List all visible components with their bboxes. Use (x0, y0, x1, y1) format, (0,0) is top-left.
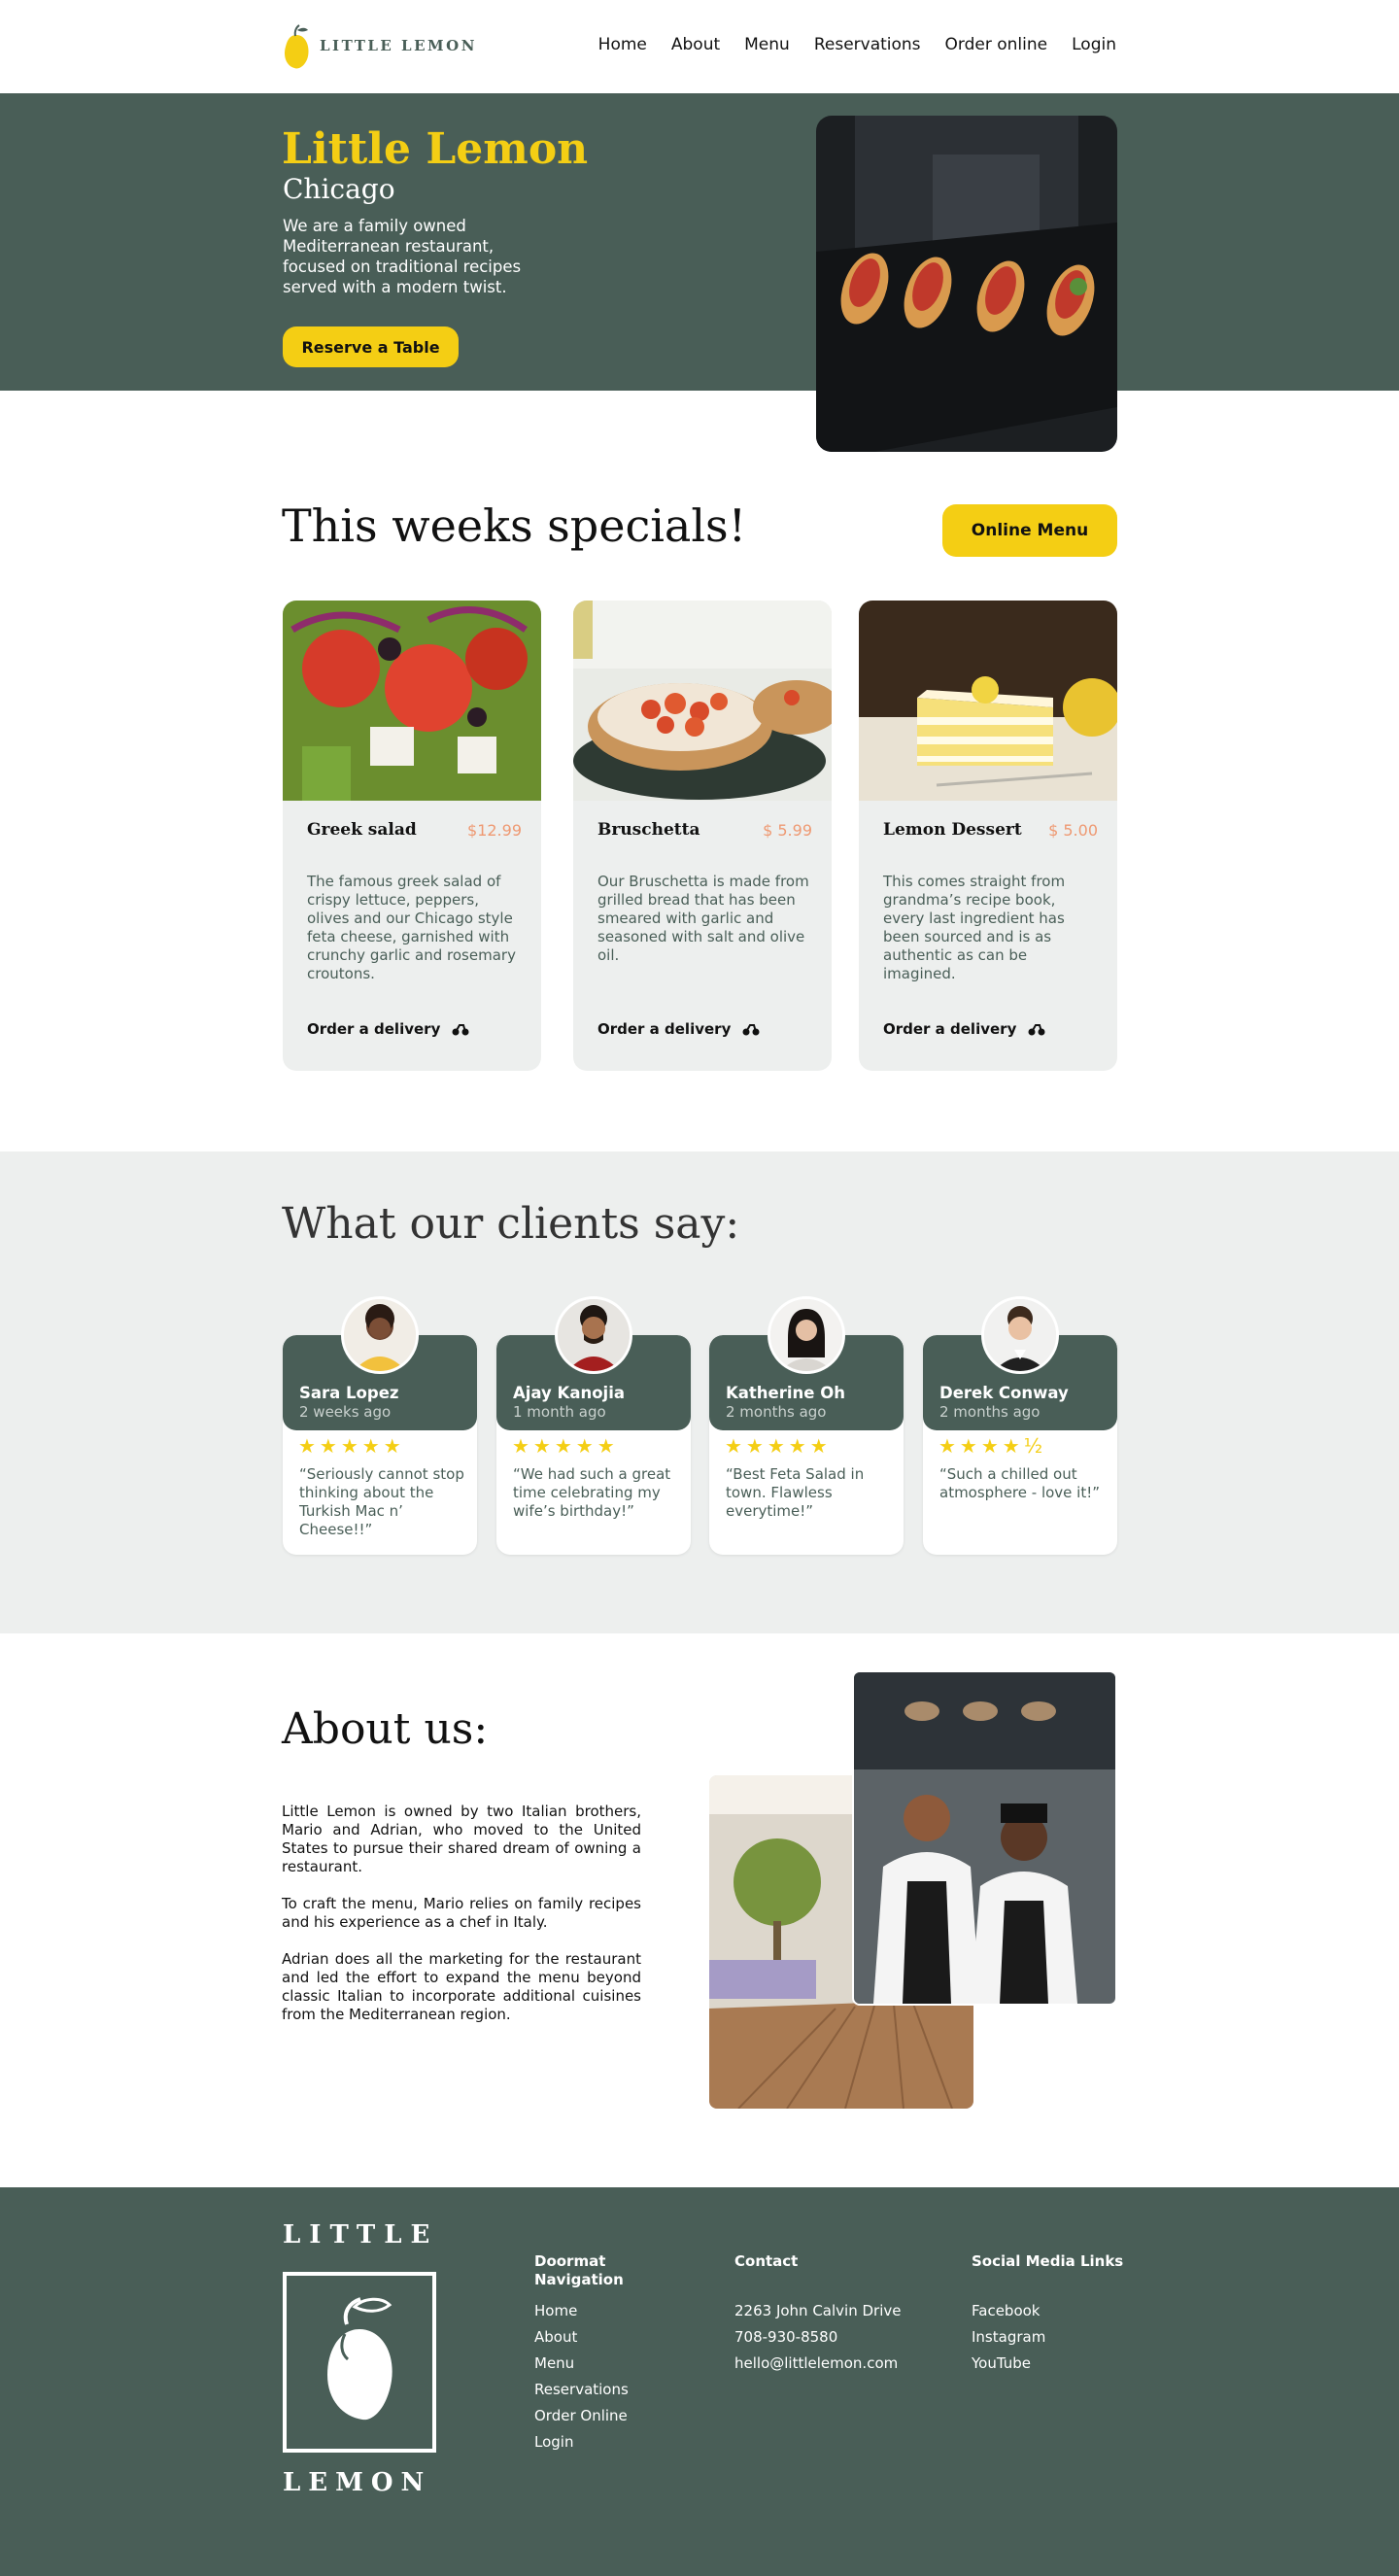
avatar (341, 1296, 419, 1374)
order-delivery-link[interactable]: Order a delivery (883, 1020, 1045, 1038)
about-paragraph: To craft the menu, Mario relies on famil… (282, 1895, 641, 1931)
contact-email[interactable]: hello@littlelemon.com (734, 2351, 901, 2377)
nav-links: Home About Menu Reservations Order onlin… (598, 35, 1116, 54)
about-title: About us: (282, 1704, 489, 1754)
footer-link-login[interactable]: Login (534, 2429, 641, 2456)
nav-link-order-online[interactable]: Order online (945, 35, 1048, 54)
reviewer-name: Derek Conway (939, 1384, 1069, 1402)
footer-logo-bottom: LEMON (283, 2468, 432, 2497)
specials-title: This weeks specials! (282, 499, 747, 552)
lemon-icon (285, 24, 309, 69)
social-link-facebook[interactable]: Facebook (972, 2298, 1123, 2324)
star-rating: ★★★★½ (938, 1434, 1047, 1458)
star-rating: ★★★★★ (298, 1434, 405, 1458)
special-price: $ 5.00 (1048, 821, 1098, 840)
footer-link-menu[interactable]: Menu (534, 2351, 641, 2377)
testimonials-title: What our clients say: (282, 1199, 740, 1249)
brand-logo[interactable]: LITTLE LEMON (283, 21, 477, 70)
reviewer-name: Ajay Kanojia (513, 1384, 626, 1402)
hero-description: We are a family owned Mediterranean rest… (283, 217, 522, 296)
special-name: Bruschetta (597, 820, 700, 840)
reviewer-name: Sara Lopez (299, 1384, 399, 1402)
delivery-scooter-icon (742, 1024, 760, 1036)
order-delivery-link[interactable]: Order a delivery (307, 1020, 469, 1038)
online-menu-button[interactable]: Online Menu (942, 504, 1117, 557)
footer-link-reservations[interactable]: Reservations (534, 2377, 641, 2403)
avatar (555, 1296, 632, 1374)
brand-name: LITTLE LEMON (320, 37, 477, 54)
top-nav: LITTLE LEMON Home About Menu Reservation… (0, 0, 1399, 93)
delivery-scooter-icon (1028, 1024, 1045, 1036)
delivery-scooter-icon (452, 1024, 469, 1036)
review-time: 2 months ago (726, 1403, 827, 1421)
social-link-youtube[interactable]: YouTube (972, 2351, 1123, 2377)
hero-section (0, 93, 1399, 391)
review-quote: “Seriously cannot stop thinking about th… (299, 1465, 464, 1538)
bruschetta-image (573, 601, 832, 801)
special-card-lemon-dessert: Lemon Dessert $ 5.00 This comes straight… (859, 601, 1117, 1071)
review-time: 2 weeks ago (299, 1403, 392, 1421)
greek-salad-image (283, 601, 541, 801)
hero-subtitle: Chicago (283, 173, 395, 205)
review-quote: “We had such a great time celebrating my… (513, 1465, 671, 1520)
review-time: 2 months ago (939, 1403, 1041, 1421)
footer-link-about[interactable]: About (534, 2324, 641, 2351)
footer-link-home[interactable]: Home (534, 2298, 641, 2324)
nav-link-about[interactable]: About (671, 35, 720, 54)
social-link-instagram[interactable]: Instagram (972, 2324, 1123, 2351)
order-delivery-label: Order a delivery (307, 1020, 441, 1038)
nav-link-reservations[interactable]: Reservations (814, 35, 921, 54)
special-card-bruschetta: Bruschetta $ 5.99 Our Bruschetta is made… (573, 601, 832, 1071)
footer-nav-column: Doormat Navigation Home About Menu Reser… (534, 2252, 641, 2456)
contact-address: 2263 John Calvin Drive (734, 2302, 902, 2319)
special-card-greek-salad: Greek salad $12.99 The famous greek sala… (283, 601, 541, 1071)
hero-image (816, 116, 1117, 452)
nav-link-login[interactable]: Login (1072, 35, 1116, 54)
star-rating: ★★★★★ (725, 1434, 832, 1458)
order-delivery-label: Order a delivery (597, 1020, 732, 1038)
footer-contact-column: Contact 2263 John Calvin Drive 708-930-8… (734, 2252, 901, 2377)
review-quote: “Such a chilled out atmosphere - love it… (939, 1465, 1100, 1501)
about-paragraph: Adrian does all the marketing for the re… (282, 1950, 641, 2023)
contact-phone[interactable]: 708-930-8580 (734, 2324, 901, 2351)
special-description: This comes straight from grandma’s recip… (883, 873, 1066, 982)
reserve-table-button[interactable]: Reserve a Table (283, 326, 459, 367)
footer-contact-title: Contact (734, 2252, 799, 2270)
order-delivery-link[interactable]: Order a delivery (597, 1020, 760, 1038)
nav-link-menu[interactable]: Menu (744, 35, 790, 54)
review-time: 1 month ago (513, 1403, 606, 1421)
order-delivery-label: Order a delivery (883, 1020, 1017, 1038)
about-paragraph: Little Lemon is owned by two Italian bro… (282, 1803, 641, 1875)
special-name: Lemon Dessert (883, 820, 1022, 840)
special-price: $12.99 (467, 821, 522, 840)
footer-social-title: Social Media Links (972, 2252, 1124, 2270)
avatar (768, 1296, 845, 1374)
nav-link-home[interactable]: Home (598, 35, 647, 54)
chefs-image (852, 1670, 1117, 2006)
footer-logo-top: LITTLE (283, 2220, 439, 2250)
special-name: Greek salad (307, 820, 417, 840)
special-price: $ 5.99 (763, 821, 812, 840)
review-quote: “Best Feta Salad in town. Flawless every… (726, 1465, 865, 1520)
hero-title: Little Lemon (282, 124, 589, 174)
avatar (981, 1296, 1059, 1374)
footer (0, 2187, 1399, 2576)
lemon-icon (327, 2297, 392, 2421)
star-rating: ★★★★★ (512, 1434, 619, 1458)
reviewer-name: Katherine Oh (726, 1384, 845, 1402)
lemon-dessert-image (859, 601, 1117, 801)
footer-nav-title: Doormat Navigation (534, 2252, 624, 2288)
special-description: The famous greek salad of crispy lettuce… (307, 873, 516, 982)
footer-link-order-online[interactable]: Order Online (534, 2403, 641, 2429)
footer-logo-frame (283, 2272, 436, 2453)
special-description: Our Bruschetta is made from grilled brea… (597, 873, 809, 964)
footer-social-column: Social Media Links Facebook Instagram Yo… (972, 2252, 1123, 2377)
